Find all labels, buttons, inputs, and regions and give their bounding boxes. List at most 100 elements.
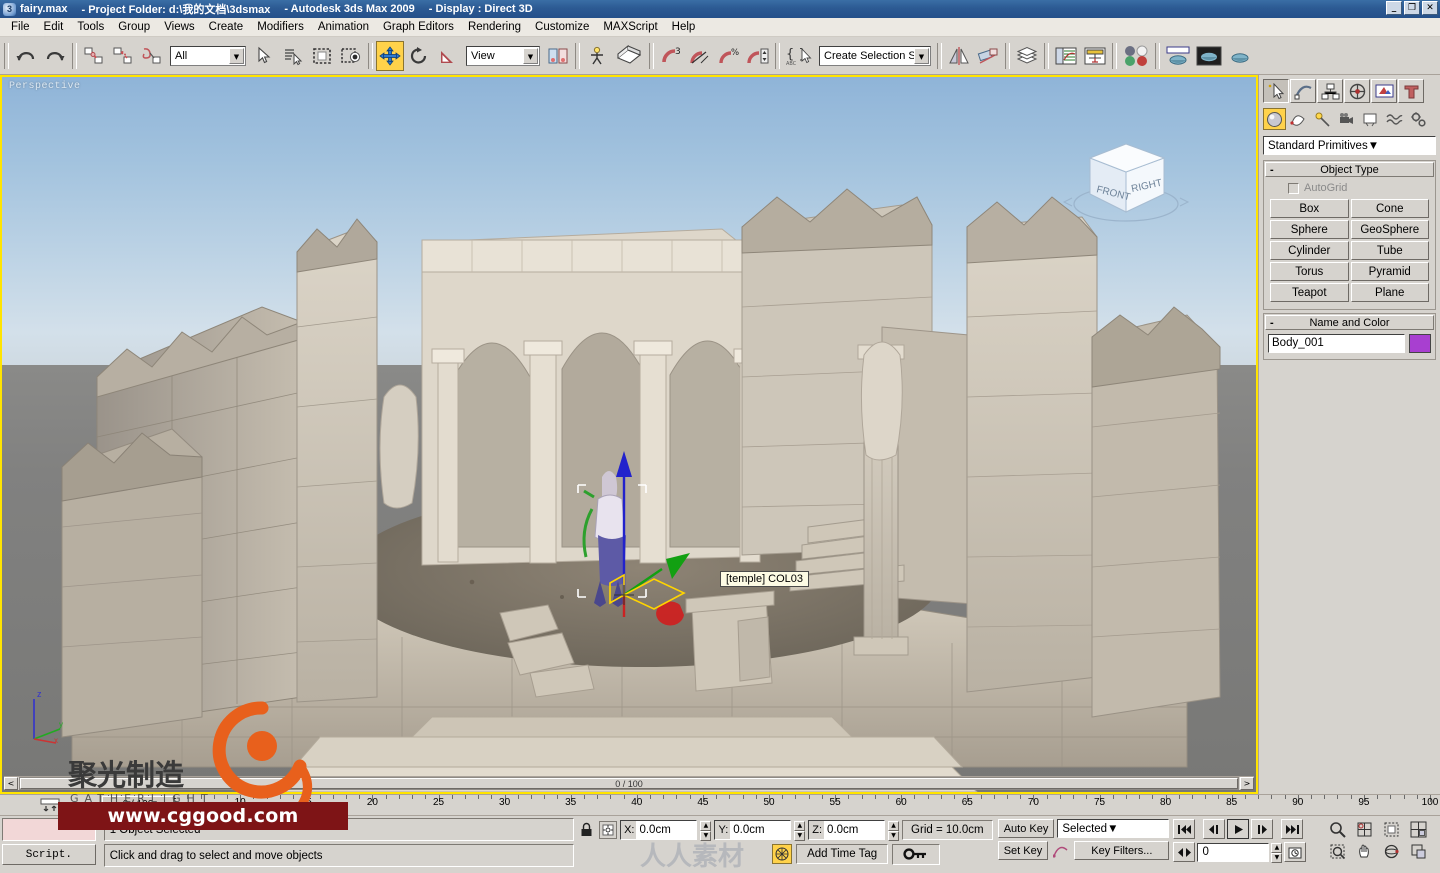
- tube-button[interactable]: Tube: [1350, 241, 1429, 260]
- go-to-end-icon[interactable]: [1281, 819, 1304, 839]
- display-tab[interactable]: [1371, 79, 1397, 103]
- menu-item-edit[interactable]: Edit: [37, 19, 71, 35]
- shapes-category[interactable]: [1287, 108, 1310, 130]
- time-tag-icon[interactable]: [772, 844, 793, 864]
- selection-filter-combo[interactable]: All ▼: [170, 45, 246, 66]
- space-warps-category[interactable]: [1383, 108, 1406, 130]
- lights-category[interactable]: [1311, 108, 1334, 130]
- select-object-icon[interactable]: [250, 41, 278, 71]
- angle-snap-toggle-icon[interactable]: 3: [657, 41, 685, 71]
- collapse-icon[interactable]: -: [1270, 164, 1274, 176]
- window-crossing-icon[interactable]: [337, 41, 365, 71]
- bind-to-space-warp-icon[interactable]: [138, 41, 166, 71]
- geosphere-button[interactable]: GeoSphere: [1350, 220, 1429, 239]
- menu-item-file[interactable]: File: [4, 19, 37, 35]
- schematic-view-icon[interactable]: [1081, 41, 1109, 71]
- z-spinner[interactable]: ▲ ▼: [888, 820, 900, 841]
- cylinder-button[interactable]: Cylinder: [1270, 241, 1349, 260]
- scroll-left-button[interactable]: <: [4, 777, 18, 790]
- render-setup-icon[interactable]: [1163, 41, 1193, 71]
- absolute-relative-transform-toggle-icon[interactable]: [599, 821, 618, 839]
- zoom-extents-all-icon[interactable]: [1405, 819, 1432, 840]
- spinner-snap-toggle-icon[interactable]: %: [715, 41, 743, 71]
- select-and-move-icon[interactable]: [376, 40, 404, 71]
- select-and-link-icon[interactable]: [80, 41, 108, 71]
- chevron-down-icon[interactable]: ▼: [523, 47, 538, 64]
- selection-lock-toggle-icon[interactable]: [576, 822, 596, 838]
- object-color-swatch[interactable]: [1409, 334, 1431, 353]
- viewcube[interactable]: FRONT RIGHT: [1054, 132, 1204, 232]
- geometry-category[interactable]: [1263, 108, 1286, 130]
- viewport-label[interactable]: Perspective: [9, 81, 81, 92]
- spinner-snap-value-icon[interactable]: [744, 41, 772, 71]
- viewport-scrollbar[interactable]: < 0 / 100 >: [4, 776, 1254, 790]
- mirror-icon[interactable]: [945, 41, 973, 71]
- chevron-down-icon[interactable]: ▼: [914, 47, 929, 64]
- create-tab[interactable]: [1263, 79, 1289, 103]
- previous-frame-icon[interactable]: [1203, 819, 1226, 839]
- rendered-frame-window-icon[interactable]: [1194, 41, 1224, 71]
- chevron-down-icon[interactable]: ▼: [229, 47, 244, 64]
- current-frame-input[interactable]: 0: [1197, 842, 1270, 862]
- undo-icon[interactable]: [12, 41, 40, 71]
- plane-button[interactable]: Plane: [1350, 283, 1429, 302]
- y-spinner[interactable]: ▲ ▼: [794, 820, 806, 841]
- select-by-name-icon[interactable]: [279, 41, 307, 71]
- perspective-viewport[interactable]: Perspective FRONT RIGHT [temple] COL03 z…: [0, 75, 1258, 794]
- play-animation-icon[interactable]: [1227, 819, 1250, 839]
- menu-item-customize[interactable]: Customize: [528, 19, 596, 35]
- auto-key-button[interactable]: Auto Key: [997, 819, 1055, 838]
- set-key-button[interactable]: Set Key: [997, 841, 1049, 860]
- menu-item-tools[interactable]: Tools: [70, 19, 111, 35]
- menu-item-views[interactable]: Views: [157, 19, 201, 35]
- teapot-button[interactable]: Teapot: [1270, 283, 1349, 302]
- chevron-down-icon[interactable]: ▼: [1107, 823, 1118, 835]
- menu-item-help[interactable]: Help: [665, 19, 703, 35]
- utilities-tab[interactable]: [1398, 79, 1424, 103]
- use-pivot-point-center-icon[interactable]: [544, 41, 572, 71]
- set-key-curve-icon[interactable]: [1051, 841, 1071, 860]
- percent-snap-toggle-icon[interactable]: [686, 41, 714, 71]
- subcategory-combo[interactable]: Standard Primitives ▼: [1263, 136, 1436, 155]
- menu-item-graph-editors[interactable]: Graph Editors: [376, 19, 461, 35]
- z-coordinate-field[interactable]: Z: 0.0cm: [808, 820, 886, 840]
- autogrid-checkbox[interactable]: [1288, 182, 1299, 194]
- minimize-button[interactable]: _: [1386, 1, 1402, 15]
- key-mode-toggle-icon[interactable]: [1173, 842, 1196, 862]
- cone-button[interactable]: Cone: [1350, 199, 1429, 218]
- menu-item-maxscript[interactable]: MAXScript: [596, 19, 664, 35]
- key-mode-toggle-icon[interactable]: [892, 843, 941, 865]
- select-and-scale-icon[interactable]: [434, 41, 462, 71]
- motion-tab[interactable]: [1344, 79, 1370, 103]
- go-to-start-icon[interactable]: [1173, 819, 1196, 839]
- named-selection-set-combo[interactable]: Create Selection Set ▼: [819, 45, 931, 66]
- menu-item-create[interactable]: Create: [202, 19, 251, 35]
- add-time-tag-button[interactable]: Add Time Tag: [796, 844, 889, 864]
- pan-view-icon[interactable]: [1351, 841, 1378, 862]
- autogrid-row[interactable]: AutoGrid: [1288, 182, 1429, 194]
- zoom-extents-icon[interactable]: [1378, 819, 1405, 840]
- restore-button[interactable]: ❐: [1404, 1, 1420, 15]
- snaps-toggle-icon[interactable]: [612, 41, 646, 71]
- current-frame-spinner[interactable]: ▲ ▼: [1271, 842, 1283, 863]
- menu-item-rendering[interactable]: Rendering: [461, 19, 528, 35]
- name-and-color-rollout-header[interactable]: - Name and Color: [1265, 315, 1434, 330]
- time-configuration-icon[interactable]: [1284, 842, 1307, 862]
- script-button[interactable]: Script.: [2, 844, 96, 865]
- chevron-down-icon[interactable]: ▼: [1368, 140, 1379, 152]
- helpers-category[interactable]: [1359, 108, 1382, 130]
- torus-button[interactable]: Torus: [1270, 262, 1349, 281]
- curve-editor-icon[interactable]: [1052, 41, 1080, 71]
- modify-tab[interactable]: [1290, 79, 1316, 103]
- select-and-rotate-icon[interactable]: [405, 41, 433, 71]
- rectangular-selection-region-icon[interactable]: [308, 41, 336, 71]
- object-type-rollout-header[interactable]: - Object Type: [1265, 162, 1434, 177]
- close-button[interactable]: ✕: [1422, 1, 1438, 15]
- menu-item-animation[interactable]: Animation: [311, 19, 376, 35]
- cameras-category[interactable]: [1335, 108, 1358, 130]
- y-coordinate-value[interactable]: 0.0cm: [730, 824, 790, 836]
- edit-named-selection-sets-icon[interactable]: { } ABC: [783, 41, 815, 71]
- systems-category[interactable]: [1407, 108, 1430, 130]
- material-editor-icon[interactable]: [1120, 41, 1152, 71]
- render-production-icon[interactable]: [1225, 41, 1255, 71]
